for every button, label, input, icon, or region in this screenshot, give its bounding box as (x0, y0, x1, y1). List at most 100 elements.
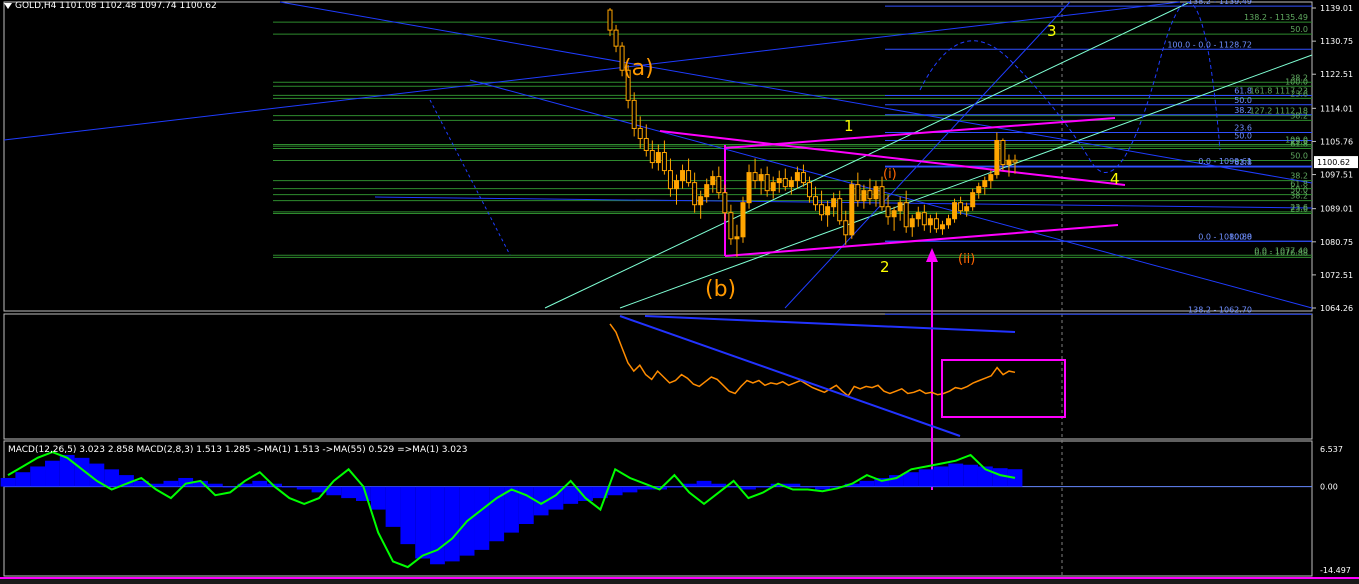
fib-label-green: 100.0 (1285, 77, 1308, 86)
macd-histogram-bar (0, 477, 16, 487)
candle-body (607, 9, 613, 31)
candle-body (710, 176, 716, 186)
candle-body (909, 218, 915, 228)
macd-histogram-bar (622, 486, 638, 493)
macd-histogram-bar (637, 486, 653, 490)
fib-label-blue: 100.0 (1229, 232, 1252, 241)
candle-body (764, 174, 770, 192)
macd-histogram-bar (45, 460, 60, 487)
macd-histogram-bar (252, 480, 268, 487)
macd-tick-label: -14.497 (1320, 566, 1351, 575)
candle-body (970, 192, 976, 208)
candle-body (927, 218, 933, 226)
symbol-label: GOLD,H4 (15, 1, 57, 11)
candle-body (994, 139, 1000, 176)
macd-histogram-bar (400, 486, 416, 545)
candle-body (825, 206, 831, 216)
price-tick-label: 1139.01 (1320, 4, 1353, 13)
wave-label: (ii) (958, 252, 975, 267)
macd-histogram-bar (15, 472, 31, 487)
candle-body (692, 182, 698, 206)
candle-body (879, 186, 885, 208)
candle-body (1000, 139, 1006, 166)
candle-body (849, 184, 855, 236)
candle-body (946, 218, 952, 226)
fib-label-green: 38.2 (1290, 192, 1308, 201)
candle-body (673, 180, 679, 190)
macd-histogram-bar (696, 480, 712, 487)
fib-label-green: 50.0 (1290, 152, 1308, 161)
candle-body (776, 178, 782, 184)
candle-body (873, 186, 879, 200)
candle-body (939, 224, 945, 230)
candle-body (734, 236, 740, 240)
candle-body (631, 99, 637, 129)
macd-histogram-bar (711, 483, 727, 487)
macd-histogram-bar (385, 486, 401, 527)
macd-histogram-bar (341, 486, 357, 499)
macd-histogram-bar (296, 486, 312, 490)
candle-body (933, 218, 939, 230)
macd-histogram-bar (474, 486, 490, 550)
candle-body (800, 172, 806, 184)
candle-body (728, 212, 734, 240)
chevron-down-icon[interactable] (4, 2, 12, 9)
candle-body (698, 196, 704, 206)
candle-body (988, 174, 994, 182)
candle-body (680, 170, 686, 182)
price-tick-label: 1122.51 (1320, 70, 1353, 79)
fib-label-blue: 50.0 (1234, 96, 1252, 105)
macd-histogram-bar (948, 463, 964, 487)
fib-label-green: 23.6 (1290, 89, 1308, 98)
macd-histogram-bar (903, 472, 919, 487)
wave-label: (i) (883, 167, 897, 182)
ohlc-values: 1101.08 1102.48 1097.74 1100.62 (59, 1, 217, 11)
price-tick-label: 1130.75 (1320, 37, 1353, 46)
fib-label-green: 138.2 - 1135.49 (1244, 13, 1308, 22)
macd-histogram-bar (963, 464, 978, 487)
candle-body (837, 198, 843, 222)
candle-body (704, 184, 710, 198)
candle-body (831, 198, 837, 208)
fib-label-blue: 61.8 (1234, 158, 1252, 167)
gold-h4-chart[interactable]: 138.2 - 1135.4950.038.2100.0161.8 1117.2… (0, 0, 1359, 584)
chart-title: GOLD,H4 1101.08 1102.48 1097.74 1100.62 (4, 1, 217, 11)
macd-histogram-bar (785, 483, 801, 487)
price-tick-label: 1105.76 (1320, 137, 1353, 146)
candle-body (885, 206, 891, 218)
price-tick-label: 1089.01 (1320, 205, 1353, 214)
candle-body (794, 172, 800, 182)
fib-label-blue: 38.2 (1234, 106, 1252, 115)
wave-label: 1 (844, 117, 854, 135)
macd-histogram-bar (800, 486, 816, 488)
fib-label-blue: 50.0 (1234, 131, 1252, 140)
macd-title: MACD(12,26,5) 3.023 2.858 MACD(2,8,3) 1.… (8, 445, 468, 455)
macd-histogram-bar (992, 468, 1008, 487)
fib-label-green: 61.8 (1290, 140, 1308, 149)
chart-background (0, 0, 1359, 584)
fib-label-blue: 138.2 - 1062.70 (1188, 305, 1252, 314)
candle-body (686, 170, 692, 184)
fib-label-green: 50.0 (1290, 25, 1308, 34)
candle-body (716, 176, 722, 194)
price-tick-label: 1097.51 (1320, 171, 1353, 180)
macd-histogram-bar (918, 469, 934, 487)
candle-body (649, 150, 655, 164)
bottom-magenta-line (0, 577, 1359, 579)
macd-histogram-bar (30, 466, 46, 487)
fib-label-green: 23.6 (1290, 205, 1308, 214)
candle-body (1006, 159, 1012, 166)
candle-body (819, 204, 825, 216)
macd-tick-label: 6.537 (1320, 445, 1343, 454)
macd-histogram-bar (444, 486, 460, 562)
price-tick-label: 1064.26 (1320, 304, 1353, 313)
candle-body (952, 202, 958, 220)
wave-label: 3 (1047, 22, 1057, 40)
candle-body (722, 192, 728, 214)
candle-body (613, 29, 619, 47)
candle-body (770, 182, 776, 192)
macd-histogram-bar (666, 486, 682, 488)
macd-histogram-bar (370, 486, 386, 510)
current-price-label: 1100.62 (1317, 158, 1350, 167)
candle-body (740, 202, 746, 238)
